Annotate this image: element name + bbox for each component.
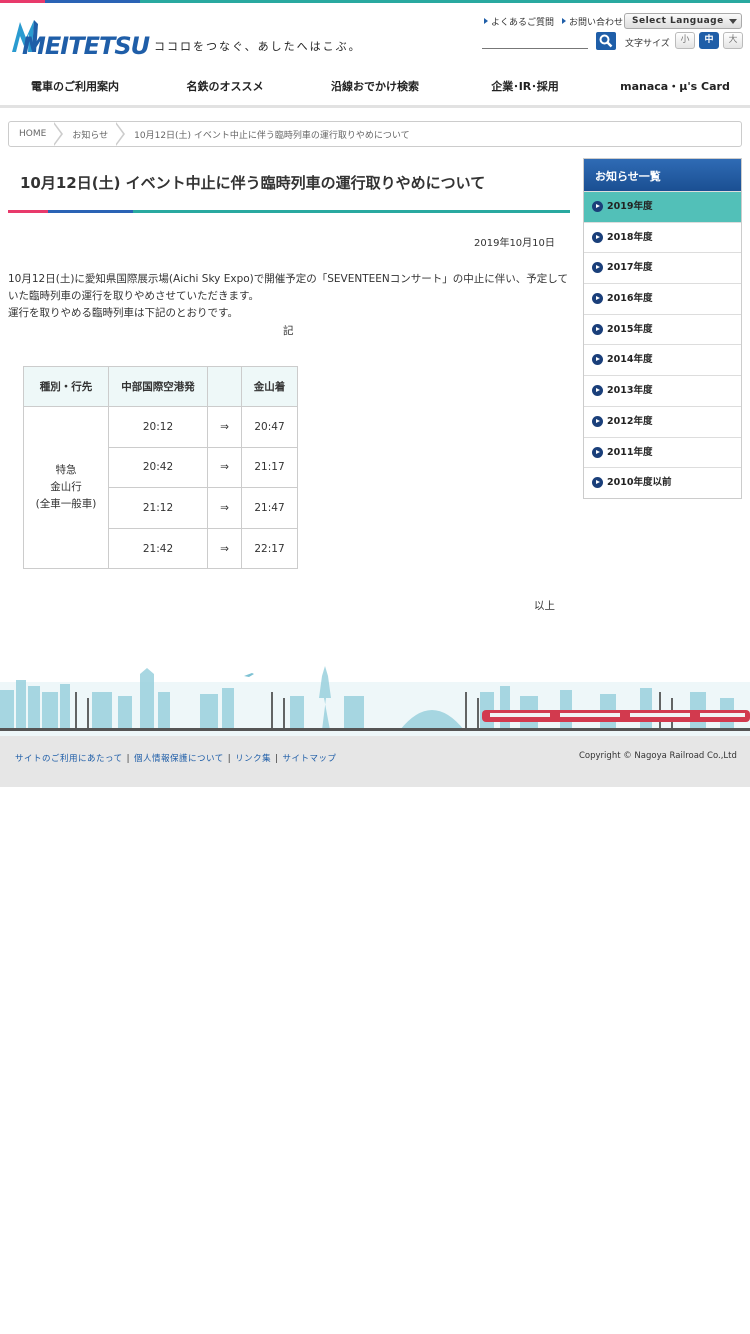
arrow-circle-icon: [592, 477, 603, 489]
language-select[interactable]: Select Language: [624, 13, 742, 29]
arrow-icon: ⇒: [207, 487, 242, 529]
page-title: 10月12日(土) イベント中止に伴う臨時列車の運行取りやめについて: [20, 174, 486, 192]
arrow-right-icon: [562, 18, 567, 24]
arrow-circle-icon: [592, 385, 603, 397]
nav-recommend[interactable]: 名鉄のオススメ: [150, 70, 300, 105]
arrow-circle-icon: [592, 201, 603, 212]
publish-date: 2019年10月10日: [474, 238, 555, 249]
nav-outing-search[interactable]: 沿線おでかけ検索: [300, 70, 450, 105]
sidebar-item-2018[interactable]: 2018年度: [584, 221, 741, 253]
article-body: 10月12日(土)に愛知県国際展示場(Aichi Sky Expo)で開催予定の…: [8, 271, 570, 322]
header-links: よくあるご質問 お問い合わせ: [484, 15, 623, 28]
column-header: 中部国際空港発: [108, 366, 208, 407]
arrow-icon: ⇒: [207, 527, 242, 570]
arrow-icon: ⇒: [207, 406, 242, 448]
tagline: ココロをつなぐ、あしたへはこぶ。: [154, 40, 362, 53]
article-paragraph: 運行を取りやめる臨時列車は下記のとおりです。: [8, 307, 238, 319]
breadcrumb-separator-icon: [115, 122, 126, 146]
breadcrumb-news[interactable]: お知らせ: [72, 128, 108, 141]
breadcrumb: HOME お知らせ 10月12日(土) イベント中止に伴う臨時列車の運行取りやめ…: [8, 121, 742, 147]
arrival-time: 21:47: [241, 487, 298, 529]
news-sidebar: お知らせ一覧 2019年度 2018年度 2017年度 2016年度 2015年…: [583, 158, 742, 499]
sidebar-item-2015[interactable]: 2015年度: [584, 313, 741, 345]
nav-train-guide[interactable]: 電車のご利用案内: [0, 70, 150, 105]
sidebar-item-2011[interactable]: 2011年度: [584, 436, 741, 468]
top-accent-bar: [0, 0, 750, 3]
font-size-label: 文字サイズ: [625, 39, 670, 49]
column-header: 種別・行先: [23, 366, 109, 407]
font-size-medium-button[interactable]: 中: [699, 32, 719, 49]
breadcrumb-separator-icon: [53, 122, 64, 146]
copyright: Copyright © Nagoya Railroad Co.,Ltd: [579, 751, 737, 761]
departure-time: 20:12: [108, 406, 208, 448]
arrow-circle-icon: [592, 231, 603, 243]
sidebar-item-2010-earlier[interactable]: 2010年度以前: [584, 467, 741, 498]
sidebar-item-2016[interactable]: 2016年度: [584, 283, 741, 314]
font-size-small-button[interactable]: 小: [675, 32, 695, 49]
search-icon: [599, 34, 613, 48]
arrival-time: 20:47: [241, 406, 298, 448]
table-header-row: 種別・行先 中部国際空港発 金山着: [23, 366, 298, 407]
search-input[interactable]: [482, 34, 588, 49]
sidebar-item-2013[interactable]: 2013年度: [584, 375, 741, 406]
departure-time: 20:42: [108, 446, 208, 489]
arrow-icon: ⇒: [207, 446, 242, 489]
departure-time: 21:12: [108, 487, 208, 529]
breadcrumb-current: 10月12日(土) イベント中止に伴う臨時列車の運行取りやめについて: [134, 130, 410, 141]
meitetsu-logo[interactable]: MEITETSU: [10, 18, 150, 60]
breadcrumb-home[interactable]: HOME: [19, 129, 46, 139]
column-header: [207, 366, 242, 407]
arrival-time: 22:17: [241, 527, 298, 570]
footer-skyline-illustration: [0, 662, 750, 736]
faq-link[interactable]: よくあるご質問: [484, 15, 554, 28]
sidebar-item-2019[interactable]: 2019年度: [584, 191, 741, 222]
ki-mark: 記: [283, 325, 294, 337]
contact-link[interactable]: お問い合わせ: [562, 15, 623, 28]
arrow-circle-icon: [592, 415, 603, 427]
sidebar-item-2017[interactable]: 2017年度: [584, 252, 741, 283]
footer-link-links[interactable]: リンク集: [235, 754, 271, 764]
nav-corporate[interactable]: 企業･IR･採用: [450, 70, 600, 105]
footer: サイトのご利用にあたって | 個人情報保護について | リンク集 | サイトマップ Copy…: [0, 736, 750, 787]
sidebar-title: お知らせ一覧: [584, 159, 741, 191]
title-underline: [8, 210, 570, 213]
footer-link-privacy[interactable]: 個人情報保護について: [134, 754, 224, 764]
sidebar-item-2012[interactable]: 2012年度: [584, 405, 741, 437]
global-nav: 電車のご利用案内 名鉄のオススメ 沿線おでかけ検索 企業･IR･採用 manac…: [0, 70, 750, 108]
table-row: 特急 金山行 (全車一般車) 20:12 ⇒ 20:47: [23, 405, 298, 570]
footer-link-site-use[interactable]: サイトのご利用にあたって: [15, 754, 123, 764]
train-type-cell: 特急 金山行 (全車一般車): [23, 405, 109, 570]
search-button[interactable]: [596, 32, 616, 50]
timetable: 種別・行先 中部国際空港発 金山着 特急 金山行 (全車一般車) 20:12 ⇒…: [23, 366, 298, 570]
arrival-time: 21:17: [241, 446, 298, 489]
chevron-down-icon: [729, 19, 737, 24]
arrow-circle-icon: [592, 293, 603, 305]
skyline-icon: [0, 666, 750, 731]
arrow-circle-icon: [592, 323, 603, 335]
arrow-right-icon: [484, 18, 488, 24]
departure-time: 21:42: [108, 527, 208, 570]
arrow-circle-icon: [592, 262, 603, 274]
logo-text: MEITETSU: [22, 32, 150, 60]
column-header: 金山着: [241, 366, 298, 407]
arrow-circle-icon: [592, 446, 603, 458]
arrow-circle-icon: [592, 354, 603, 366]
ijo-mark: 以上: [534, 600, 555, 612]
article-paragraph: 10月12日(土)に愛知県国際展示場(Aichi Sky Expo)で開催予定の…: [8, 273, 568, 302]
font-size-large-button[interactable]: 大: [723, 32, 743, 49]
footer-links: サイトのご利用にあたって | 個人情報保護について | リンク集 | サイトマップ: [15, 754, 337, 764]
sidebar-item-2014[interactable]: 2014年度: [584, 344, 741, 375]
nav-manaca[interactable]: manaca・μ's Card: [600, 70, 750, 105]
footer-link-sitemap[interactable]: サイトマップ: [282, 754, 336, 764]
